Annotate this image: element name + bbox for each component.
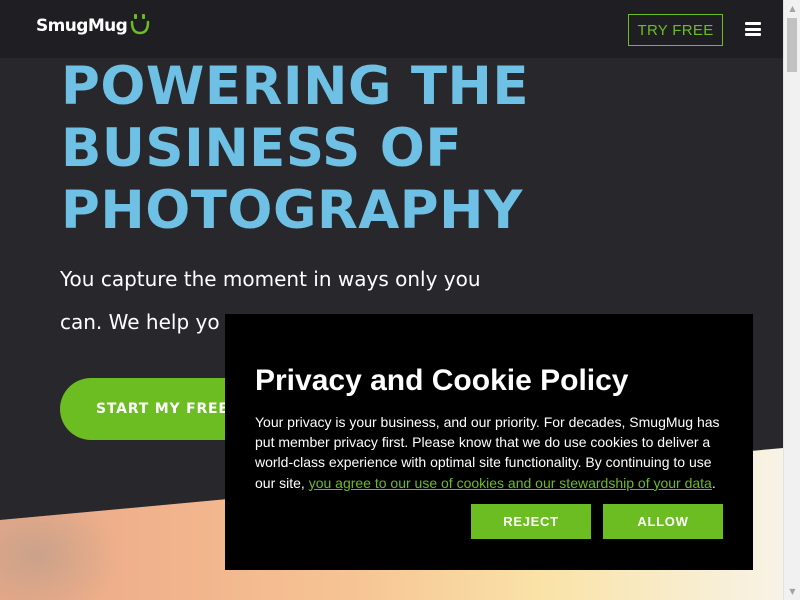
cookie-dialog-title: Privacy and Cookie Policy — [255, 364, 629, 397]
smiley-icon — [130, 14, 150, 35]
reject-button[interactable]: REJECT — [471, 504, 591, 539]
allow-button[interactable]: ALLOW — [603, 504, 723, 539]
logo-text: SmugMug — [36, 16, 128, 36]
cookie-policy-link[interactable]: you agree to our use of cookies and our … — [309, 475, 712, 491]
cookie-dialog: Privacy and Cookie Policy Your privacy i… — [225, 314, 753, 570]
hero-headline: POWERING THE BUSINESS OF PHOTOGRAPHY — [61, 56, 581, 242]
headline-line: PHOTOGRAPHY — [61, 180, 523, 241]
hamburger-menu-icon[interactable] — [745, 22, 761, 36]
vertical-scrollbar[interactable]: ▲ ▼ — [783, 0, 800, 600]
smugmug-logo[interactable]: SmugMug — [36, 14, 150, 36]
scroll-up-arrow-icon[interactable]: ▲ — [784, 0, 800, 17]
subtext-line: You capture the moment in ways only you — [60, 267, 481, 291]
scroll-thumb[interactable] — [787, 18, 797, 72]
cookie-dialog-body: Your privacy is your business, and our p… — [255, 412, 731, 493]
scroll-down-arrow-icon[interactable]: ▼ — [784, 583, 800, 600]
headline-line: BUSINESS OF — [61, 118, 463, 179]
page: SmugMug TRY FREE POWERING THE BUSINESS O… — [0, 0, 783, 600]
site-header: SmugMug TRY FREE — [0, 0, 783, 58]
photo-blur — [0, 490, 120, 600]
headline-line: POWERING THE — [61, 56, 530, 117]
try-free-button[interactable]: TRY FREE — [628, 14, 723, 46]
cookie-body-end: . — [711, 474, 716, 491]
